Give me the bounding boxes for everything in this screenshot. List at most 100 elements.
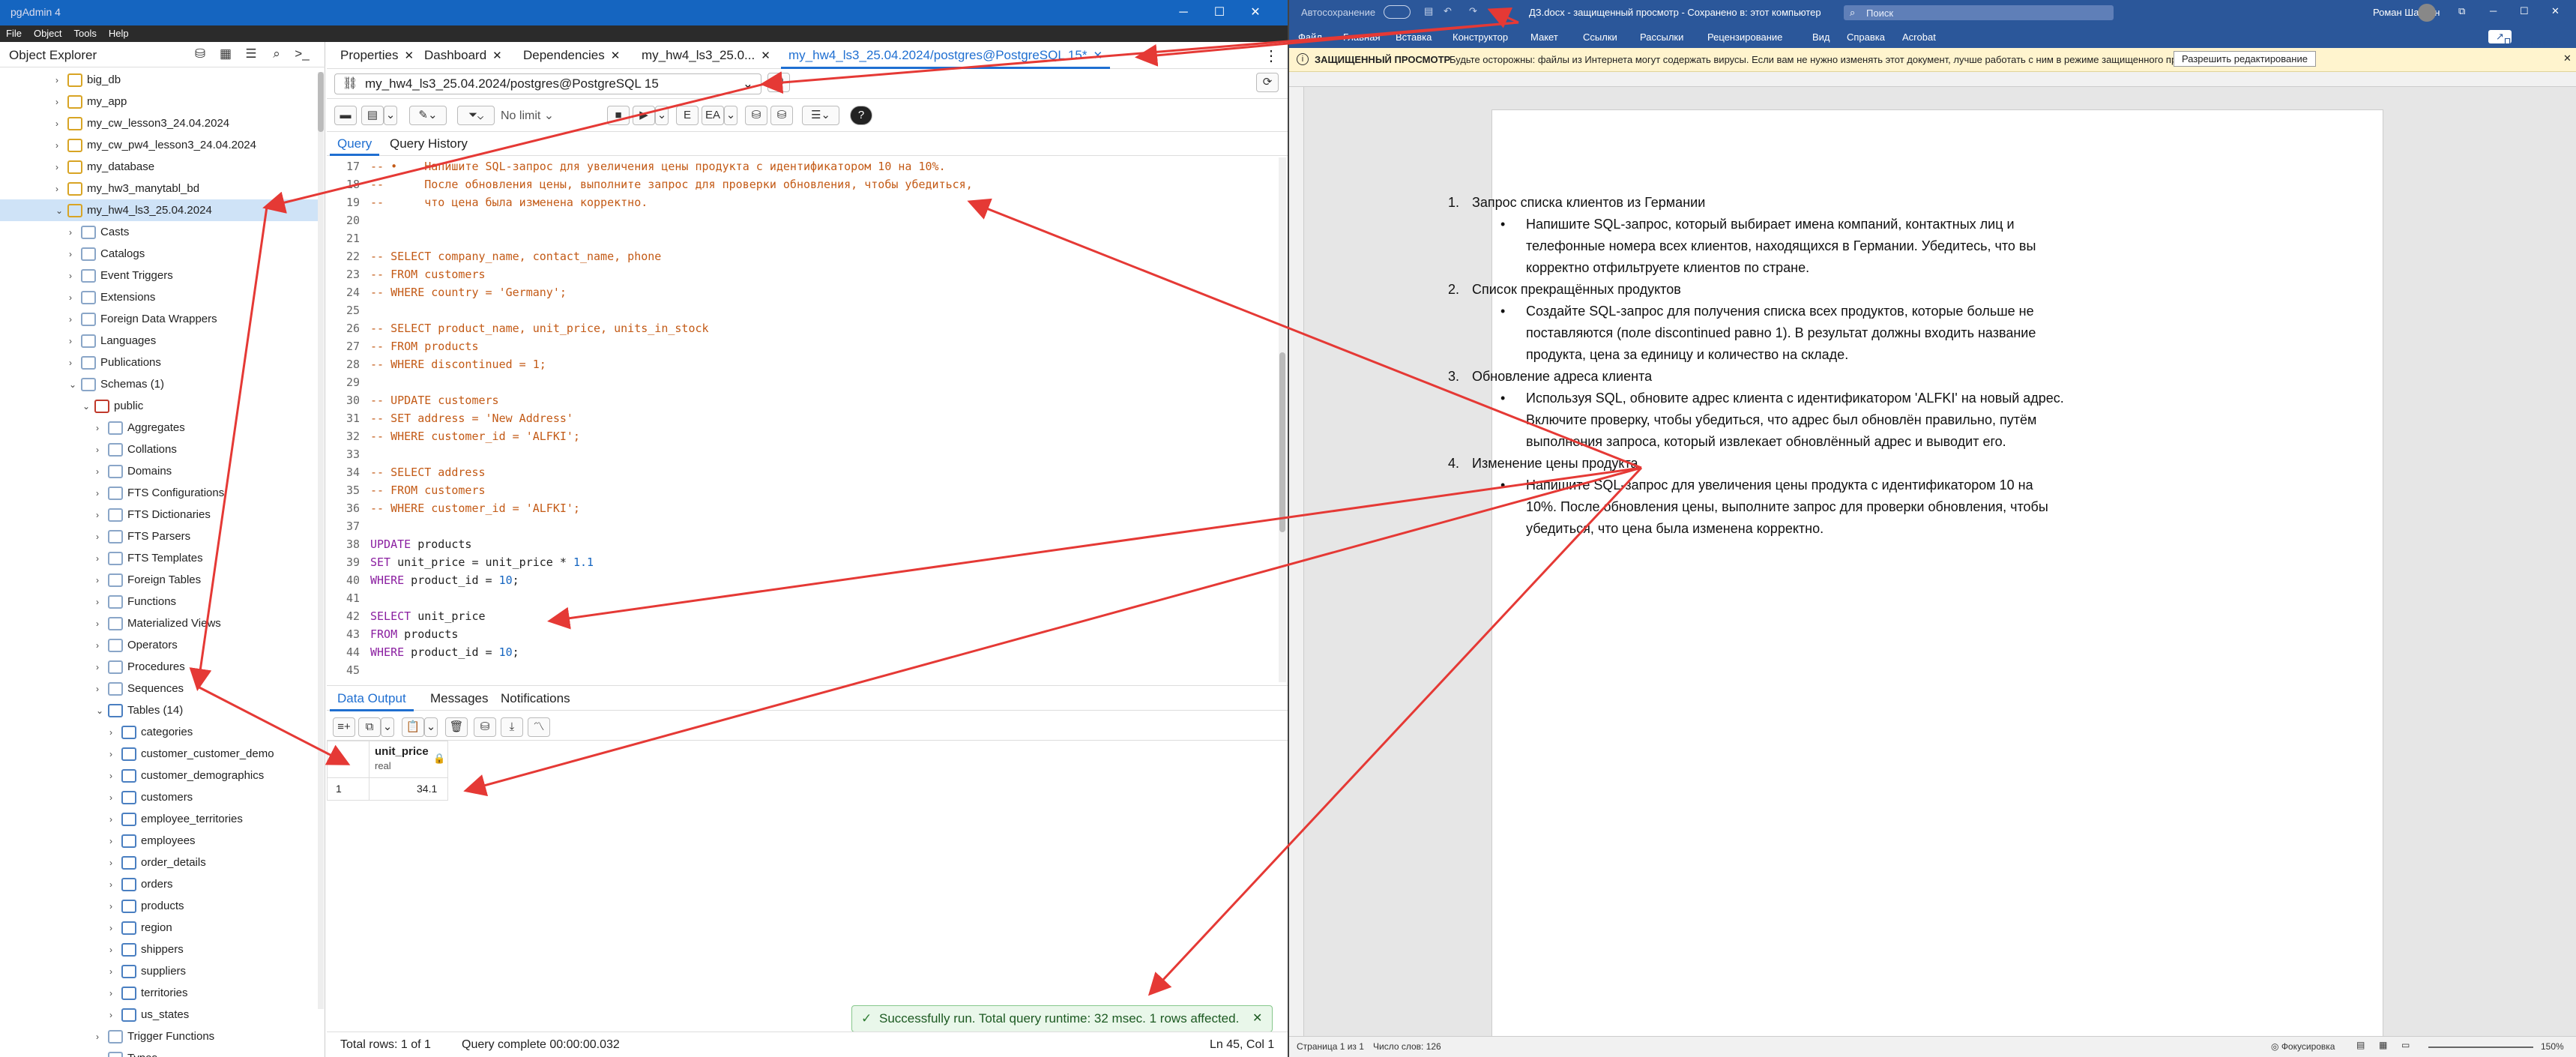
close-warning-icon[interactable]: ✕ xyxy=(2563,52,2572,64)
chevron-right-icon[interactable]: › xyxy=(109,765,121,787)
tree-item[interactable]: › orders xyxy=(0,873,318,895)
panel-tab[interactable]: my_hw4_ls3_25.04.2024/postgres@PostgreSQ… xyxy=(781,42,1111,69)
chevron-right-icon[interactable]: › xyxy=(109,874,121,896)
undo-icon[interactable]: ↶ xyxy=(1444,5,1452,17)
editor-scrollbar[interactable] xyxy=(1279,157,1286,682)
tree-item[interactable]: › shippers xyxy=(0,939,318,960)
refresh-icon[interactable]: ⟳ xyxy=(1256,73,1279,92)
chevron-right-icon[interactable]: › xyxy=(96,505,108,526)
ribbon-tab[interactable]: Ссылки xyxy=(1583,31,1617,43)
chevron-right-icon[interactable]: › xyxy=(96,461,108,483)
chevron-right-icon[interactable]: › xyxy=(55,70,67,91)
tree-item[interactable]: › Catalogs xyxy=(0,243,318,265)
explain-analyze-icon[interactable]: EA xyxy=(702,106,724,125)
avatar[interactable] xyxy=(2418,4,2436,22)
chevron-right-icon[interactable]: › xyxy=(109,852,121,874)
delete-icon[interactable]: 🗑 xyxy=(445,717,468,737)
ribbon-tab[interactable]: Справка xyxy=(1847,31,1885,43)
tree-item[interactable]: ⌄ my_hw4_ls3_25.04.2024 xyxy=(0,199,318,221)
chevron-right-icon[interactable]: › xyxy=(55,157,67,178)
tree-item[interactable]: › territories xyxy=(0,982,318,1004)
chevron-right-icon[interactable]: › xyxy=(96,591,108,613)
tree-item[interactable]: ⌄ Schemas (1) xyxy=(0,373,318,395)
tree-item[interactable]: › customers xyxy=(0,786,318,808)
tree-item[interactable]: › Publications xyxy=(0,352,318,373)
chevron-right-icon[interactable]: › xyxy=(109,809,121,831)
ribbon-tab[interactable]: Вид xyxy=(1812,31,1830,43)
tree-item[interactable]: ⌄ public xyxy=(0,395,318,417)
tree-item[interactable]: › my_cw_lesson3_24.04.2024 xyxy=(0,112,318,134)
maximize-icon[interactable]: ☐ xyxy=(1202,1,1237,24)
tree-item[interactable]: › Trigger Functions xyxy=(0,1026,318,1047)
enable-editing-button[interactable]: Разрешить редактирование xyxy=(2174,51,2316,67)
ribbon-tab[interactable]: Макет xyxy=(1530,31,1558,43)
chevron-down-icon[interactable]: ⌄ xyxy=(82,396,94,418)
print-layout-icon[interactable]: ▦ xyxy=(2379,1040,2387,1050)
chevron-right-icon[interactable]: › xyxy=(96,418,108,439)
chevron-down-icon[interactable]: ⌄ xyxy=(55,200,67,222)
chevron-right-icon[interactable]: › xyxy=(109,831,121,852)
close-icon[interactable]: ✕ xyxy=(2551,5,2560,17)
column-header-name[interactable]: unit_price xyxy=(375,745,429,758)
tree-item[interactable]: › FTS Templates xyxy=(0,547,318,569)
chevron-right-icon[interactable]: › xyxy=(109,939,121,961)
tree-scrollbar-thumb[interactable] xyxy=(318,72,324,132)
limit-select[interactable]: No limit ⌄ xyxy=(501,108,591,123)
tab-messages[interactable]: Messages xyxy=(423,686,495,711)
tree-item[interactable]: › FTS Parsers xyxy=(0,526,318,547)
sql-editor[interactable]: 17 -- • Напишите SQL-запрос для увеличени… xyxy=(327,157,1279,682)
commit-icon[interactable]: ⛁ xyxy=(745,106,767,125)
download-icon[interactable]: ⤓ xyxy=(501,717,523,737)
chevron-right-icon[interactable]: › xyxy=(96,678,108,700)
cell-unit-price[interactable]: 34.1 xyxy=(417,783,437,795)
close-icon[interactable]: ✕ xyxy=(1238,1,1273,24)
chevron-right-icon[interactable]: › xyxy=(109,787,121,809)
editor-scrollbar-thumb[interactable] xyxy=(1279,352,1285,532)
ribbon-tab[interactable]: Файл xyxy=(1298,31,1322,43)
panel-tab[interactable]: my_hw4_ls3_25.0... ✕ xyxy=(634,42,778,69)
tree-item[interactable]: › big_db xyxy=(0,69,318,91)
chevron-right-icon[interactable]: › xyxy=(96,613,108,635)
paste-icon[interactable]: 📋 xyxy=(402,717,424,737)
tree-item[interactable]: › Languages xyxy=(0,330,318,352)
chevron-right-icon[interactable]: › xyxy=(96,1048,108,1057)
graph-icon[interactable]: 〽 xyxy=(528,717,550,737)
chevron-right-icon[interactable]: › xyxy=(55,178,67,200)
tab-query-history[interactable]: Query History xyxy=(382,132,475,156)
tree-scrollbar[interactable] xyxy=(318,72,324,1009)
explain-icon[interactable]: E xyxy=(676,106,699,125)
macros-icon[interactable]: ☰⌄ xyxy=(802,106,839,125)
edit-icon[interactable]: ✎⌄ xyxy=(409,106,447,125)
tab-close-icon[interactable]: ✕ xyxy=(1093,49,1103,62)
tree-item[interactable]: › my_hw3_manytabl_bd xyxy=(0,178,318,199)
tab-close-icon[interactable]: ✕ xyxy=(761,49,770,62)
tree-item[interactable]: › Materialized Views xyxy=(0,612,318,634)
chevron-right-icon[interactable]: › xyxy=(69,331,81,352)
chevron-down-icon[interactable]: ⌄ xyxy=(69,374,81,396)
filter-icon[interactable]: ⏷⌄ xyxy=(457,106,495,125)
tree-item[interactable]: › employee_territories xyxy=(0,808,318,830)
chevron-right-icon[interactable]: › xyxy=(109,744,121,765)
tree-item[interactable]: › Casts xyxy=(0,221,318,243)
tab-query[interactable]: Query xyxy=(330,132,380,156)
chevron-right-icon[interactable]: › xyxy=(109,918,121,939)
tree-item[interactable]: › region xyxy=(0,917,318,939)
rollback-icon[interactable]: ⛁ xyxy=(770,106,793,125)
chevron-right-icon[interactable]: › xyxy=(96,483,108,505)
tree-item[interactable]: › FTS Dictionaries xyxy=(0,504,318,526)
redo-icon[interactable]: ↷ xyxy=(1469,5,1477,17)
tree-item[interactable]: › Operators xyxy=(0,634,318,656)
tab-close-icon[interactable]: ✕ xyxy=(404,49,414,62)
chevron-right-icon[interactable]: › xyxy=(109,896,121,918)
open-file-icon[interactable]: ▬ xyxy=(334,106,357,125)
save-icon[interactable]: ▤ xyxy=(1424,5,1433,17)
ribbon-tab[interactable]: Рецензирование xyxy=(1707,31,1782,43)
tree-item[interactable]: › customer_customer_demo xyxy=(0,743,318,765)
tree-item[interactable]: › my_app xyxy=(0,91,318,112)
customize-icon[interactable]: ⌄ xyxy=(1493,5,1501,17)
chevron-right-icon[interactable]: › xyxy=(69,309,81,331)
new-connection-icon[interactable]: ⛁ xyxy=(767,73,790,92)
chevron-right-icon[interactable]: › xyxy=(55,113,67,135)
chevron-right-icon[interactable]: › xyxy=(109,961,121,983)
ribbon-tab[interactable]: Acrobat xyxy=(1902,31,1936,43)
